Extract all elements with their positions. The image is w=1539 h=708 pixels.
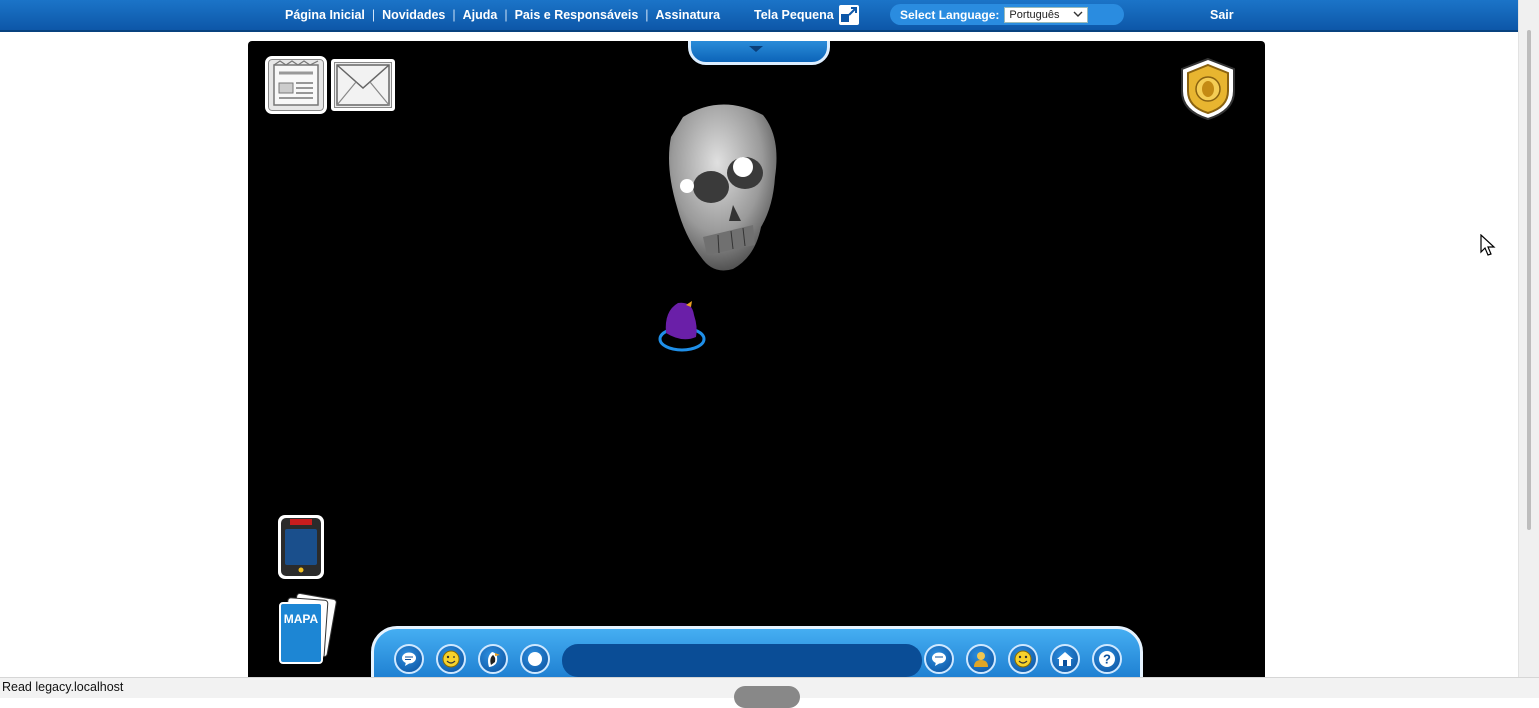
- newspaper-button[interactable]: [265, 56, 327, 114]
- message-icon: [932, 652, 946, 666]
- speech-bubble-icon: [402, 652, 416, 666]
- svg-text:?: ?: [1103, 652, 1111, 667]
- mail-button[interactable]: [331, 59, 395, 111]
- messages-button[interactable]: [924, 644, 954, 674]
- top-dropdown-tab[interactable]: [688, 41, 830, 65]
- help-icon: ?: [1099, 651, 1115, 667]
- scrollbar-thumb[interactable]: [1527, 30, 1531, 530]
- friends-button[interactable]: [1008, 644, 1038, 674]
- map-button[interactable]: MAPA: [276, 592, 338, 665]
- map-icon: MAPA: [279, 592, 337, 664]
- penguin-action-icon: [488, 652, 500, 667]
- top-navigation-bar: Página Inicial | Novidades | Ajuda | Pai…: [0, 0, 1519, 32]
- emotes-button[interactable]: [436, 644, 466, 674]
- spy-phone-button[interactable]: [276, 513, 326, 581]
- emote-icon: [442, 650, 460, 668]
- mouse-cursor-icon: [1480, 233, 1496, 258]
- resize-window-icon: [838, 5, 859, 25]
- skull-decoration: [663, 97, 783, 275]
- small-screen-label: Tela Pequena: [754, 8, 834, 22]
- nav-links: Página Inicial | Novidades | Ajuda | Pai…: [285, 0, 720, 30]
- actions-button[interactable]: [478, 644, 508, 674]
- player-penguin[interactable]: [658, 297, 710, 357]
- chat-input[interactable]: [562, 644, 922, 677]
- player-list-button[interactable]: [966, 644, 996, 674]
- snowball-button[interactable]: [520, 644, 550, 674]
- bottom-toolbar: ?: [371, 626, 1143, 681]
- drag-handle[interactable]: [734, 686, 800, 708]
- nav-link-parents[interactable]: Pais e Responsáveis: [515, 8, 639, 22]
- moderator-badge-button[interactable]: [1176, 57, 1240, 121]
- language-dropdown[interactable]: Português: [1004, 6, 1089, 23]
- nav-separator: |: [645, 8, 649, 22]
- game-canvas[interactable]: MAPA ?: [248, 41, 1265, 681]
- nav-separator: |: [452, 8, 456, 22]
- moderator-badge-icon: [1181, 57, 1235, 121]
- nav-link-subscription[interactable]: Assinatura: [656, 8, 721, 22]
- nav-separator: |: [371, 8, 376, 22]
- chevron-down-icon: [749, 46, 763, 52]
- nav-link-news[interactable]: Novidades: [382, 8, 445, 22]
- language-label: Select Language:: [900, 7, 1000, 22]
- nav-link-help[interactable]: Ajuda: [463, 8, 498, 22]
- help-button[interactable]: ?: [1092, 644, 1122, 674]
- igloo-home-icon: [1057, 652, 1073, 666]
- igloo-button[interactable]: [1050, 644, 1080, 674]
- map-label: MAPA: [284, 612, 319, 626]
- spy-phone-icon: [278, 515, 324, 579]
- chat-bubble-button[interactable]: [394, 644, 424, 674]
- status-text: Read legacy.localhost: [2, 680, 124, 694]
- logout-link[interactable]: Sair: [1210, 0, 1234, 30]
- language-selector: Select Language: Português: [890, 4, 1124, 25]
- newspaper-icon: [273, 60, 319, 106]
- chevron-down-icon: [1073, 9, 1083, 21]
- vertical-scrollbar[interactable]: [1518, 0, 1539, 677]
- nav-separator: |: [504, 8, 508, 22]
- envelope-icon: [336, 64, 390, 106]
- friends-icon: [1014, 650, 1032, 668]
- snowball-icon: [528, 652, 542, 666]
- language-value: Português: [1009, 8, 1060, 21]
- player-list-icon: [974, 652, 988, 667]
- browser-status-bar: Read legacy.localhost: [0, 677, 1539, 708]
- small-screen-button[interactable]: Tela Pequena: [754, 0, 859, 30]
- nav-link-home[interactable]: Página Inicial: [285, 8, 365, 22]
